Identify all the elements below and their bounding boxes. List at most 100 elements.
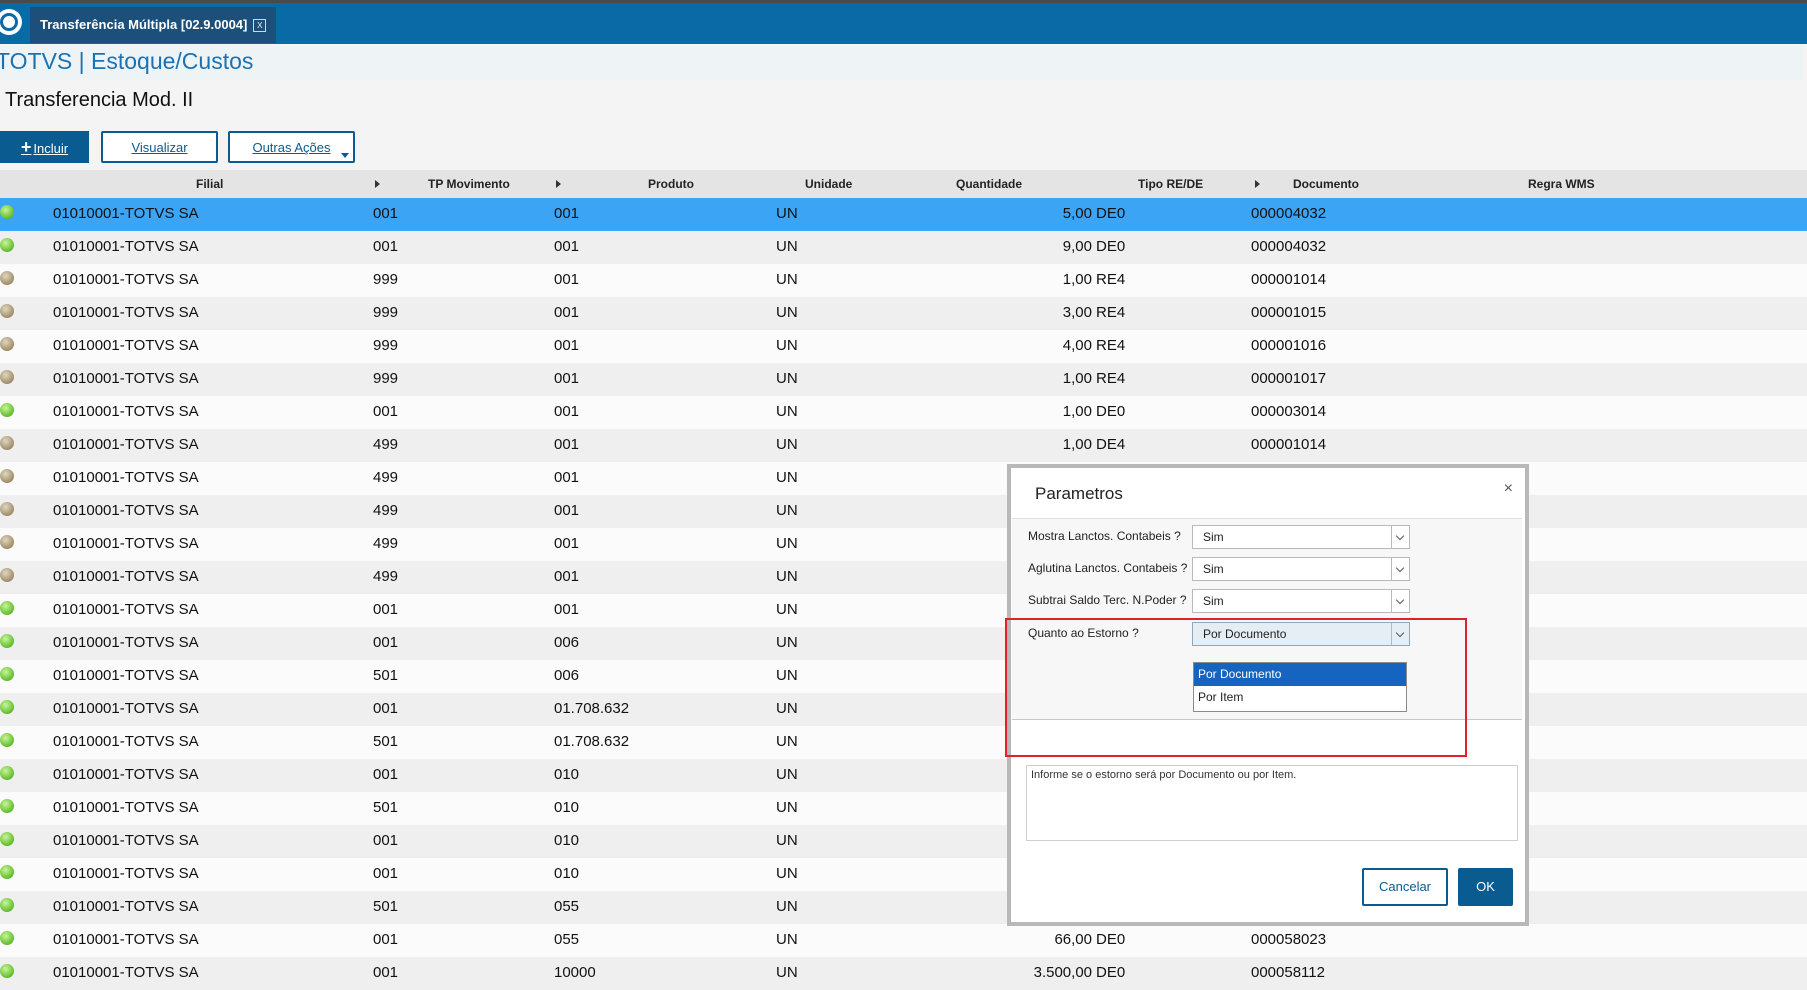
table-row[interactable]: 01010001-TOTVS SA 999 001 UN 1,00 RE4 00000101… <box>0 363 1807 396</box>
cell-unidade: UN <box>776 304 798 321</box>
table-row[interactable]: 01010001-TOTVS SA 499 001 UN <box>0 462 1807 495</box>
table-row[interactable]: 01010001-TOTVS SA 001 010 UN <box>0 858 1807 891</box>
cell-quantidade: 9,00 <box>1062 238 1092 255</box>
table-row[interactable]: 01010001-TOTVS SA 499 001 UN <box>0 528 1807 561</box>
cell-filial: 01010001-TOTVS SA <box>53 370 199 387</box>
table-row[interactable]: 01010001-TOTVS SA 499 001 UN <box>0 495 1807 528</box>
col-produto[interactable]: Produto <box>648 177 694 191</box>
table-row[interactable]: 01010001-TOTVS SA 499 001 UN <box>0 561 1807 594</box>
cell-documento: 000004032 <box>1251 238 1327 255</box>
cell-unidade: UN <box>776 667 798 684</box>
outras-acoes-button[interactable]: Outras Ações <box>228 131 355 163</box>
visualizar-button[interactable]: Visualizar <box>101 131 218 163</box>
cell-filial: 01010001-TOTVS SA <box>53 799 199 816</box>
param-label: Quanto ao Estorno ? <box>1028 626 1139 640</box>
cell-produto: 055 <box>554 898 580 915</box>
table-row[interactable]: 01010001-TOTVS SA 001 01.708.632 UN <box>0 693 1807 726</box>
table-row[interactable]: 01010001-TOTVS SA 001 001 UN <box>0 594 1807 627</box>
col-regra-wms[interactable]: Regra WMS <box>1528 177 1595 191</box>
cell-filial: 01010001-TOTVS SA <box>53 337 199 354</box>
table-row[interactable]: 01010001-TOTVS SA 001 10000 UN 3.500,00 DE0 00… <box>0 957 1807 990</box>
param-select-subtrai-saldo[interactable]: Sim <box>1192 589 1410 613</box>
chevron-down-icon[interactable] <box>1391 526 1409 548</box>
table-row[interactable]: 01010001-TOTVS SA 001 001 UN 5,00 DE0 00000403… <box>0 198 1807 231</box>
cell-tipo-re-de: DE0 <box>1096 205 1126 222</box>
cell-unidade: UN <box>776 238 798 255</box>
cell-produto: 010 <box>554 766 580 783</box>
param-select-aglutina-lanctos[interactable]: Sim <box>1192 557 1410 581</box>
col-tp-movimento[interactable]: TP Movimento <box>428 177 510 191</box>
incluir-button[interactable]: + Incluir <box>0 131 89 163</box>
table-row[interactable]: 01010001-TOTVS SA 501 01.708.632 UN <box>0 726 1807 759</box>
col-filial[interactable]: Filial <box>196 177 223 191</box>
table-row[interactable]: 01010001-TOTVS SA 499 001 UN 1,00 DE4 00000101… <box>0 429 1807 462</box>
cell-quantidade: 4,00 <box>1062 337 1092 354</box>
cell-tp-movimento: 001 <box>373 205 399 222</box>
cell-documento: 000001015 <box>1251 304 1327 321</box>
table-row[interactable]: 01010001-TOTVS SA 001 001 UN 9,00 DE0 00000403… <box>0 231 1807 264</box>
cell-quantidade: 1,00 <box>1062 271 1092 288</box>
cancel-button[interactable]: Cancelar <box>1362 868 1448 906</box>
col-tipo-re-de[interactable]: Tipo RE/DE <box>1138 177 1203 191</box>
data-grid: Filial TP Movimento Produto Unidade Quan… <box>0 170 1807 990</box>
sort-arrow-icon[interactable] <box>556 180 561 188</box>
option-por-item[interactable]: Por Item <box>1194 686 1406 709</box>
cell-tipo-re-de: RE4 <box>1096 304 1126 321</box>
ok-button[interactable]: OK <box>1458 868 1513 906</box>
table-row[interactable]: 01010001-TOTVS SA 501 055 UN <box>0 891 1807 924</box>
cell-unidade: UN <box>776 799 798 816</box>
chevron-down-icon[interactable] <box>1391 558 1409 580</box>
cell-documento: 000058023 <box>1251 931 1327 948</box>
cell-produto: 001 <box>554 601 580 618</box>
cell-produto: 001 <box>554 403 580 420</box>
table-row[interactable]: 01010001-TOTVS SA 999 001 UN 1,00 RE4 00000101… <box>0 264 1807 297</box>
cell-tp-movimento: 501 <box>373 733 399 750</box>
tab-transferencia-multipla[interactable]: Transferência Múltipla [02.9.0004] x <box>30 7 277 43</box>
cell-filial: 01010001-TOTVS SA <box>53 964 199 981</box>
cell-quantidade: 1,00 <box>1062 403 1092 420</box>
cell-documento: 000003014 <box>1251 403 1327 420</box>
close-icon[interactable]: × <box>1504 480 1513 498</box>
select-value: Sim <box>1203 594 1224 608</box>
param-select-mostra-lanctos[interactable]: Sim <box>1192 525 1410 549</box>
cell-tipo-re-de: DE0 <box>1096 964 1126 981</box>
table-row[interactable]: 01010001-TOTVS SA 001 010 UN <box>0 825 1807 858</box>
chevron-down-icon[interactable] <box>1391 590 1409 612</box>
chevron-down-icon[interactable] <box>1391 623 1409 645</box>
col-documento[interactable]: Documento <box>1293 177 1359 191</box>
col-unidade[interactable]: Unidade <box>805 177 852 191</box>
table-row[interactable]: 01010001-TOTVS SA 001 055 UN 66,00 DE0 0000580… <box>0 924 1807 957</box>
cell-produto: 001 <box>554 535 580 552</box>
status-dot-icon <box>0 304 14 318</box>
cell-tipo-re-de: DE4 <box>1096 436 1126 453</box>
param-select-quanto-estorno[interactable]: Por Documento <box>1192 622 1410 646</box>
col-quantidade[interactable]: Quantidade <box>956 177 1022 191</box>
cell-produto: 001 <box>554 469 580 486</box>
table-row[interactable]: 01010001-TOTVS SA 501 006 UN <box>0 660 1807 693</box>
option-por-documento[interactable]: Por Documento <box>1194 663 1406 686</box>
table-row[interactable]: 01010001-TOTVS SA 501 010 UN <box>0 792 1807 825</box>
cell-tipo-re-de: DE0 <box>1096 238 1126 255</box>
cell-filial: 01010001-TOTVS SA <box>53 205 199 222</box>
cell-produto: 001 <box>554 238 580 255</box>
cell-tp-movimento: 001 <box>373 403 399 420</box>
cell-unidade: UN <box>776 865 798 882</box>
status-dot-icon <box>0 370 14 384</box>
table-row[interactable]: 01010001-TOTVS SA 001 001 UN 1,00 DE0 00000301… <box>0 396 1807 429</box>
sort-arrow-icon[interactable] <box>375 180 380 188</box>
cell-filial: 01010001-TOTVS SA <box>53 898 199 915</box>
close-tab-icon[interactable]: x <box>253 18 267 32</box>
table-row[interactable]: 01010001-TOTVS SA 001 010 UN <box>0 759 1807 792</box>
cell-tipo-re-de: RE4 <box>1096 271 1126 288</box>
cell-filial: 01010001-TOTVS SA <box>53 733 199 750</box>
table-row[interactable]: 01010001-TOTVS SA 999 001 UN 3,00 RE4 00000101… <box>0 297 1807 330</box>
status-dot-icon <box>0 403 14 417</box>
table-row[interactable]: 01010001-TOTVS SA 001 006 UN <box>0 627 1807 660</box>
table-row[interactable]: 01010001-TOTVS SA 999 001 UN 4,00 RE4 00000101… <box>0 330 1807 363</box>
cell-quantidade: 66,00 <box>1054 931 1092 948</box>
sort-arrow-icon[interactable] <box>1255 180 1260 188</box>
cell-produto: 001 <box>554 502 580 519</box>
cell-tp-movimento: 001 <box>373 634 399 651</box>
cell-unidade: UN <box>776 733 798 750</box>
cell-produto: 001 <box>554 337 580 354</box>
